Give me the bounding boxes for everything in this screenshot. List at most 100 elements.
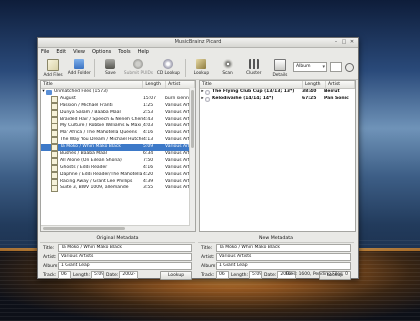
file-row[interactable]: Ghosts / Eddi Reader4:16Various Artists [41, 164, 195, 172]
album-artist: Beirut [324, 89, 340, 94]
file-length: 6:34 [143, 151, 154, 157]
file-row[interactable]: All Alone (On Eilean Shona) 7:50 Various A… [41, 157, 195, 165]
file-title: Ta Moko / Whiri Mako Black [60, 144, 121, 150]
cd-lookup-button[interactable]: CD Lookup [153, 57, 183, 79]
album-title: Kelodivaihe (14/14; 14*) [212, 95, 274, 101]
file-icon [51, 171, 58, 179]
file-title-cell: Daphne / Eddi Reader/The Mahotella Queen… [41, 171, 143, 179]
file-title: Ma' Africa / The Mahotella Queens [60, 130, 137, 136]
file-title-cell: August [41, 95, 143, 103]
lookup-button[interactable]: Lookup [188, 57, 214, 79]
file-icon [51, 185, 58, 193]
file-title: Suite 3, BWV 1009, allemande [60, 185, 129, 191]
file-title-cell: ▾ Unmatched Files (1573) [41, 89, 143, 96]
file-title-cell: Suite 3, BWV 1009, allemande [41, 185, 143, 193]
file-row[interactable]: Ma' Africa / The Mahotella Queens 4:16 Var… [41, 130, 195, 138]
cluster-button[interactable]: Cluster [241, 57, 267, 79]
search-icon[interactable] [345, 62, 355, 72]
file-length: 15:07 [143, 95, 156, 101]
column-header-artist[interactable]: Artist [166, 81, 195, 88]
file-length: 2:53 [143, 109, 154, 115]
file-title: Braided Hair / Speech & Neneh Cherry [60, 116, 143, 122]
scan-button[interactable]: Scan [214, 57, 240, 79]
file-title-cell: Braided Hair / Speech & Neneh Cherry [41, 116, 143, 124]
details-icon [273, 59, 286, 71]
menu-edit[interactable]: Edit [56, 48, 66, 57]
albums-pane-header: Title Length Artist [200, 81, 355, 89]
file-row[interactable]: Racing Away / Grant Lee Phillips 4:39 Vari… [41, 178, 195, 186]
add-files-button[interactable]: Add Files [40, 57, 66, 79]
album-title-cell: ▸ Kelodivaihe (14/14; 14*) [200, 96, 302, 103]
menu-view[interactable]: View [73, 48, 85, 57]
file-row[interactable]: Ta Moko / Whiri Mako Black 5:09 Various Ar… [41, 144, 195, 152]
menu-tools[interactable]: Tools [118, 48, 130, 57]
toolbar-separator [94, 59, 96, 77]
column-header-artist[interactable]: Artist [326, 81, 355, 88]
file-row[interactable]: My Culture / Robbie Williams & Maxi Jazz… [41, 123, 195, 131]
file-length [143, 89, 165, 96]
column-header-length[interactable]: Length [143, 81, 167, 88]
save-button[interactable]: Save [97, 57, 123, 79]
file-title: Unmatched Files (1573) [54, 89, 108, 94]
file-row[interactable]: August 15:07 burn sienna [41, 95, 195, 103]
menu-file[interactable]: File [41, 48, 49, 57]
file-title-cell: The Way You Dream / Michael Hutchence [41, 137, 143, 145]
picard-window: MusicBrainz Picard – □ ✕ File Edit View … [37, 37, 359, 280]
album-row[interactable]: ▸ Kelodivaihe (14/14; 14*) 67:25 Pan Sonic [200, 96, 355, 103]
minimize-icon[interactable]: – [333, 39, 339, 45]
file-title-cell: Ghosts / Eddi Reader [41, 164, 143, 172]
file-row[interactable]: Braided Hair / Speech & Neneh Cherry 4:43… [41, 116, 195, 124]
file-row[interactable]: Bushes / Baaba Maal6:34Various Artists [41, 151, 195, 158]
maximize-icon[interactable]: □ [341, 39, 347, 45]
file-length: 3:55 [143, 185, 154, 191]
files-pane-header: Title Length Artist [41, 81, 195, 89]
file-icon [51, 116, 58, 124]
scrollbar-thumb[interactable] [191, 90, 194, 148]
scrollbar-thumb[interactable] [43, 227, 125, 230]
file-title-cell: All Alone (On Eilean Shona) [41, 157, 143, 165]
file-row[interactable]: Suite 3, BWV 1009, allemande 3:55 Various … [41, 185, 195, 193]
details-button[interactable]: Details [267, 57, 293, 79]
file-icon [51, 144, 58, 152]
menu-options[interactable]: Options [92, 48, 111, 57]
window-titlebar[interactable]: MusicBrainz Picard – □ ✕ [38, 38, 358, 48]
close-icon[interactable]: ✕ [349, 39, 355, 45]
file-title: August [60, 95, 76, 101]
album-row[interactable]: ▸ The Flying Club Cup (13/13; 13*) 38:40 Be… [200, 89, 355, 96]
file-row[interactable]: Passion / Michael Franti1:25Various Arti… [41, 102, 195, 110]
add-folder-button[interactable]: Add Folder [66, 57, 92, 79]
search-input[interactable] [330, 62, 343, 72]
cluster-row[interactable]: ▾ Unmatched Files (1573) [41, 89, 195, 96]
file-icon [51, 157, 58, 165]
column-header-title[interactable]: Title [41, 81, 144, 88]
column-header-length[interactable]: Length [303, 81, 326, 88]
original-detail-box [40, 248, 195, 268]
file-title-cell: Racing Away / Grant Lee Phillips [41, 178, 143, 186]
menu-help[interactable]: Help [138, 48, 149, 57]
file-icon [51, 123, 58, 131]
window-controls: – □ ✕ [333, 39, 355, 45]
album-length: 38:40 [302, 89, 317, 94]
file-title: Bushes / Baaba Maal [60, 151, 107, 157]
menubar: File Edit View Options Tools Help [38, 48, 358, 57]
window-title: MusicBrainz Picard [174, 39, 222, 45]
file-length: 4:20 [143, 171, 154, 177]
files-horizontal-scrollbar[interactable] [41, 225, 190, 231]
column-header-title[interactable]: Title [200, 81, 303, 88]
lookup-icon [196, 59, 207, 69]
submit-puids-button[interactable]: Submit PUIDs [124, 57, 154, 79]
file-row[interactable]: Dunya Salam / Baaba Maal2:53Various Arti… [41, 109, 195, 117]
submit-puids-icon [133, 59, 144, 69]
file-row[interactable]: Daphne / Eddi Reader/The Mahotella Queen… [41, 171, 195, 179]
albums-pane: Title Length Artist ▸ The Flying Club Cup… [199, 80, 356, 232]
add-folder-icon [74, 59, 85, 69]
search-type-select[interactable]: Album [293, 62, 328, 72]
files-vertical-scrollbar[interactable] [189, 88, 195, 231]
file-title: Dunya Salam / Baaba Maal [60, 109, 121, 115]
file-icon [51, 102, 58, 110]
save-icon [105, 59, 116, 69]
file-icon [51, 164, 58, 172]
file-length: 4:03 [143, 123, 154, 129]
main-panes: Title Length Artist ▾ Unmatched Files (15… [40, 80, 356, 232]
file-row[interactable]: The Way You Dream / Michael Hutchence4:1… [41, 137, 195, 145]
